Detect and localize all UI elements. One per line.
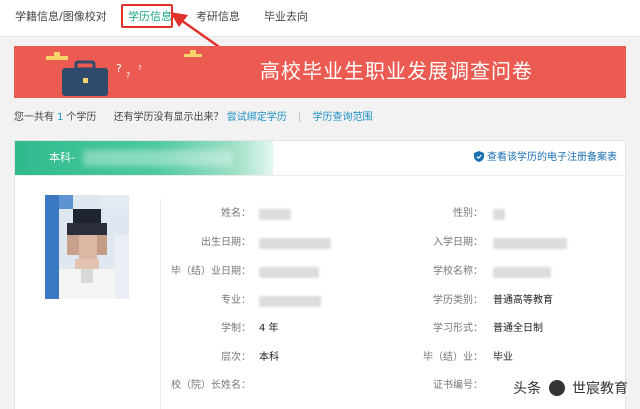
- redacted-name: [259, 209, 291, 220]
- education-type-value: 普通高等教育: [493, 295, 553, 306]
- study-mode-label: 学习形式：: [433, 323, 483, 334]
- survey-banner[interactable]: ? ? ? 高校毕业生职业发展调查问卷: [14, 46, 626, 98]
- duration-label: 学制：: [221, 323, 251, 334]
- watermark-handle: 世宸教育: [572, 381, 628, 397]
- shield-icon: [474, 151, 484, 162]
- summary-suffix: 个学历: [66, 112, 97, 123]
- president-name-label: 校（院）长姓名：: [171, 380, 251, 391]
- redacted-school-name: [493, 267, 551, 278]
- redacted-enrollment-date: [493, 238, 567, 249]
- redacted-school: [83, 150, 233, 166]
- summary-divider: |: [297, 112, 302, 123]
- gender-label: 性别：: [453, 208, 483, 219]
- graduation-status-label: 毕（结）业：: [423, 352, 483, 363]
- redacted-major: [259, 296, 321, 307]
- name-label: 姓名：: [221, 208, 251, 219]
- svg-text:?: ?: [138, 64, 142, 72]
- education-level-tab[interactable]: 本科-: [15, 141, 273, 175]
- level-value: 本科: [259, 352, 279, 363]
- summary-prefix: 您一共有: [14, 112, 54, 123]
- major-label: 专业：: [221, 295, 251, 306]
- redacted-graduation-date: [259, 267, 319, 278]
- view-registration-form-label: 查看该学历的电子注册备案表: [487, 152, 617, 163]
- education-count: 1: [57, 112, 64, 123]
- redacted-birth-date: [259, 238, 331, 249]
- duration-value: 4 年: [259, 323, 279, 334]
- school-name-label: 学校名称：: [433, 266, 483, 277]
- svg-text:?: ?: [126, 71, 130, 80]
- watermark-prefix: 头条: [513, 381, 542, 397]
- svg-text:?: ?: [116, 62, 122, 75]
- banner-title: 高校毕业生职业发展调查问卷: [260, 59, 533, 83]
- card-header: 本科- 查看该学历的电子注册备案表: [15, 141, 627, 176]
- query-scope-link[interactable]: 学历查询范围: [313, 111, 373, 125]
- graduation-status-value: 毕业: [493, 352, 513, 363]
- tab-student-status[interactable]: 学籍信息/图像校对: [15, 9, 107, 25]
- redacted-gender: [493, 209, 505, 220]
- level-label: 层次：: [221, 352, 251, 363]
- briefcase-icon: ? ? ?: [46, 50, 202, 96]
- certificate-number-label: 证书编号：: [433, 380, 483, 391]
- source-watermark: 头条 世宸教育: [513, 379, 628, 399]
- education-type-label: 学历类别：: [433, 295, 483, 306]
- education-summary: 您一共有 1 个学历 还有学历没有显示出来？ 尝试绑定学历 | 学历查询范围: [14, 111, 373, 125]
- study-mode-value: 普通全日制: [493, 323, 543, 334]
- graduation-date-label: 毕（结）业日期：: [171, 266, 251, 277]
- summary-question: 还有学历没有显示出来？: [113, 112, 224, 123]
- top-nav: 学籍信息/图像校对 学历信息 考研信息 毕业去向: [0, 0, 640, 72]
- education-level-label: 本科-: [49, 151, 75, 164]
- tab-graduation-destination[interactable]: 毕业去向: [264, 9, 308, 25]
- education-record-card: 本科- 查看该学历的电子注册备案表 姓名： 出生日期： 毕（结）业日期： 专业：…: [14, 140, 627, 409]
- at-icon: [548, 380, 565, 396]
- bind-education-link[interactable]: 尝试绑定学历: [227, 111, 287, 125]
- birth-date-label: 出生日期：: [201, 237, 251, 248]
- enrollment-date-label: 入学日期：: [433, 237, 483, 248]
- view-registration-form-link[interactable]: 查看该学历的电子注册备案表: [474, 151, 617, 165]
